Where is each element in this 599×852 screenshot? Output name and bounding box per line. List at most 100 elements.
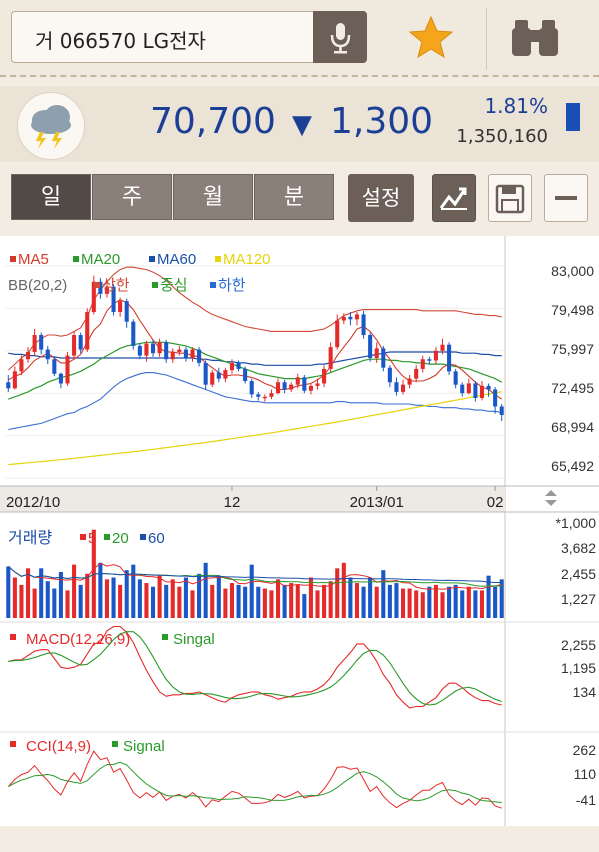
volume-bar — [85, 573, 90, 618]
volume-bar — [387, 584, 392, 618]
date-axis-label: 12 — [224, 494, 241, 511]
legend-marker — [210, 282, 216, 288]
volume-bar — [394, 583, 399, 618]
search-input[interactable]: 거 066570 LG전자 — [11, 11, 367, 63]
candle — [6, 382, 11, 389]
trend-chart-icon — [439, 187, 467, 210]
candle — [400, 384, 406, 392]
volume-bar — [315, 590, 320, 618]
candle — [315, 383, 320, 386]
candle — [374, 348, 379, 359]
candle — [308, 385, 313, 391]
date-axis-label: 2013/01 — [350, 494, 404, 511]
legend-marker — [104, 534, 110, 540]
macd-axis-label: 2,255 — [561, 637, 596, 653]
volume-bar — [150, 586, 156, 618]
volume-bar — [78, 584, 83, 618]
candle — [118, 301, 123, 313]
divider — [486, 8, 487, 70]
save-button[interactable] — [488, 174, 532, 222]
bottom-strip — [0, 826, 599, 852]
volume-bar — [479, 590, 485, 618]
candle — [25, 351, 31, 360]
volume-bar — [407, 588, 412, 618]
cci-legend-label: CCI(14,9) — [26, 738, 91, 755]
volume-bar — [45, 581, 50, 618]
volume-bar — [262, 588, 267, 618]
favorite-button[interactable] — [405, 12, 457, 64]
tab-daily[interactable]: 일 — [11, 174, 91, 220]
candle — [335, 320, 340, 348]
volume-bar — [229, 583, 235, 618]
candle — [322, 368, 327, 384]
volume-bar — [236, 584, 241, 618]
period-tabs: 일 주 월 분 — [11, 174, 335, 222]
search-stock-button[interactable] — [508, 16, 562, 60]
candle — [243, 368, 248, 382]
microphone-icon — [330, 23, 351, 54]
candle — [39, 335, 44, 350]
mic-button[interactable] — [313, 11, 367, 63]
volume-bar — [335, 568, 340, 618]
weather-badge[interactable] — [17, 92, 85, 160]
volume-bar — [328, 581, 333, 618]
legend-label: 60 — [148, 530, 165, 547]
save-disk-icon — [495, 184, 525, 214]
legend-label: 중심 — [160, 277, 188, 294]
tab-minute[interactable]: 분 — [254, 174, 334, 220]
settings-button[interactable]: 설정 — [348, 174, 414, 222]
volume-bar — [216, 575, 221, 618]
candle — [269, 393, 274, 397]
legend-marker — [112, 741, 118, 747]
candle — [164, 342, 169, 360]
down-arrow-icon: ▼ — [292, 110, 312, 140]
volume-bar — [453, 584, 458, 618]
tab-weekly[interactable]: 주 — [92, 174, 172, 220]
legend-marker — [215, 256, 221, 262]
volume-ma-line — [7, 566, 502, 587]
volume-bar — [295, 584, 300, 618]
volume-bar — [433, 584, 438, 618]
price-axis-label: 83,000 — [551, 263, 594, 279]
price-change: 1,300 — [330, 101, 434, 142]
volume-bar — [210, 584, 215, 618]
volume-bar — [65, 590, 70, 618]
volume-bar — [25, 568, 31, 618]
bb-legend-label: BB(20,2) — [8, 277, 67, 294]
candle — [447, 344, 452, 372]
legend-marker — [94, 282, 100, 288]
candle — [223, 370, 228, 379]
stock-chart[interactable]: 83,000 79,498 75,997 72,495 68,994 65,492 MA5 M… — [0, 236, 599, 826]
volume-bar — [6, 566, 11, 618]
collapse-button[interactable] — [544, 174, 588, 222]
star-icon — [408, 15, 454, 59]
legend-marker — [80, 534, 86, 540]
legend-marker — [10, 256, 16, 262]
legend-label: 20 — [112, 530, 129, 547]
macd-axis-label: 134 — [573, 684, 597, 700]
candle — [137, 345, 142, 356]
volume-bar — [164, 584, 169, 618]
chart-type-button[interactable] — [432, 174, 476, 222]
volume-bar — [203, 562, 208, 618]
volume-bar — [249, 564, 254, 618]
candle — [368, 335, 373, 359]
candle — [302, 377, 307, 391]
candle — [157, 342, 162, 354]
candle — [289, 384, 294, 390]
bb-lower-line — [8, 372, 502, 431]
candle — [460, 384, 465, 394]
tab-monthly[interactable]: 월 — [173, 174, 253, 220]
candle — [124, 301, 129, 322]
cci-line — [7, 750, 502, 809]
legend-marker — [10, 741, 16, 747]
candle — [45, 349, 50, 360]
volume-axis-label: 2,455 — [561, 566, 596, 582]
candle — [348, 316, 353, 320]
cci-axis-label: -41 — [576, 792, 596, 808]
candle — [85, 312, 90, 350]
candle — [203, 362, 208, 385]
volume-bar — [466, 586, 471, 618]
trade-volume: 1,350,160 — [456, 126, 548, 147]
volume-title: 거래량 — [8, 529, 52, 547]
